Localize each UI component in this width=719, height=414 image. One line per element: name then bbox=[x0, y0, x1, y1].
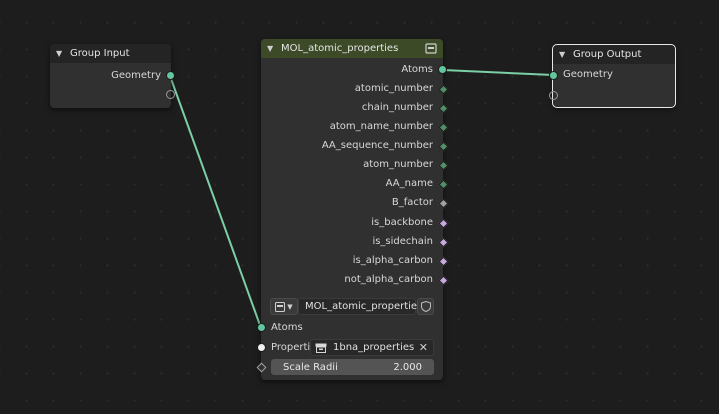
group-output-input-row: Geometry bbox=[553, 65, 675, 84]
scale-radii-slider[interactable]: Scale Radii 2.000 bbox=[271, 359, 434, 375]
group-output-geometry-label: Geometry bbox=[563, 69, 613, 80]
node-tree-dropdown[interactable]: ▼ bbox=[270, 298, 298, 315]
output-row: not_alpha_carbon bbox=[261, 270, 443, 289]
output-label: atomic_number bbox=[354, 83, 433, 94]
node-group-icon bbox=[425, 43, 437, 54]
group-input-empty-socket[interactable] bbox=[166, 90, 175, 99]
output-row: AA_sequence_number bbox=[261, 136, 443, 155]
group-name-field[interactable]: MOL_atomic_properties bbox=[298, 298, 422, 315]
properties-object-value: 1bna_properties bbox=[333, 342, 415, 353]
output-label: is_sidechain bbox=[372, 236, 433, 247]
output-row: atom_name_number bbox=[261, 117, 443, 136]
output-row: is_backbone bbox=[261, 213, 443, 232]
object-data-icon bbox=[315, 343, 327, 353]
group-output-header[interactable]: ▼ Group Output bbox=[553, 45, 675, 64]
output-label: AA_sequence_number bbox=[321, 140, 433, 151]
output-label: AA_name bbox=[385, 178, 433, 189]
mol-node-header[interactable]: ▼ MOL_atomic_properties bbox=[261, 39, 443, 58]
close-icon[interactable]: ✕ bbox=[419, 341, 428, 354]
link-geometry-to-atoms bbox=[169, 75, 262, 329]
atoms-output-socket[interactable] bbox=[438, 65, 447, 74]
chevron-down-icon[interactable]: ▼ bbox=[56, 49, 66, 58]
group-output-geometry-socket[interactable] bbox=[549, 71, 558, 80]
group-input-geometry-label: Geometry bbox=[111, 70, 161, 81]
group-input-node[interactable]: ▼ Group Input Geometry bbox=[50, 44, 175, 108]
scale-radii-label: Scale Radii bbox=[283, 361, 338, 373]
chevron-down-icon[interactable]: ▼ bbox=[267, 44, 277, 53]
properties-object-field[interactable]: 1bna_properties ✕ bbox=[310, 339, 434, 356]
group-input-output-row: Geometry bbox=[50, 66, 171, 85]
output-label: is_backbone bbox=[371, 217, 433, 228]
output-row: Atoms bbox=[261, 60, 443, 79]
output-row: atomic_number bbox=[261, 79, 443, 98]
atoms-input-row: Atoms bbox=[261, 318, 443, 337]
group-input-title: Group Input bbox=[70, 48, 130, 59]
link-atoms-to-output bbox=[442, 69, 554, 76]
output-row: B_factor bbox=[261, 193, 443, 212]
output-label: chain_number bbox=[361, 102, 433, 113]
group-input-header[interactable]: ▼ Group Input bbox=[50, 44, 171, 63]
group-output-title: Group Output bbox=[573, 49, 642, 60]
chevron-down-icon[interactable]: ▼ bbox=[559, 50, 569, 59]
properties-input-socket[interactable] bbox=[257, 343, 266, 352]
scale-radii-value: 2.000 bbox=[393, 361, 422, 373]
output-label: atom_number bbox=[363, 159, 433, 170]
node-tree-icon bbox=[275, 301, 286, 312]
chevron-down-icon: ▼ bbox=[287, 302, 293, 311]
output-row: is_alpha_carbon bbox=[261, 251, 443, 270]
atoms-input-label: Atoms bbox=[271, 322, 303, 333]
mol-node-title: MOL_atomic_properties bbox=[281, 43, 399, 54]
output-row: AA_name bbox=[261, 174, 443, 193]
output-label: atom_name_number bbox=[329, 121, 433, 132]
output-label: Atoms bbox=[401, 64, 433, 75]
mol-atomic-properties-node[interactable]: ▼ MOL_atomic_properties Atoms atomic_num… bbox=[256, 39, 449, 380]
output-row: chain_number bbox=[261, 98, 443, 117]
group-output-empty-socket[interactable] bbox=[549, 91, 558, 100]
group-input-geometry-socket[interactable] bbox=[166, 71, 175, 80]
output-label: is_alpha_carbon bbox=[352, 255, 433, 266]
fake-user-button[interactable] bbox=[417, 298, 434, 315]
group-name-value: MOL_atomic_properties bbox=[305, 301, 423, 312]
output-label: B_factor bbox=[391, 197, 433, 208]
shield-icon bbox=[420, 301, 431, 312]
atoms-input-socket[interactable] bbox=[257, 323, 266, 332]
output-row: is_sidechain bbox=[261, 232, 443, 251]
group-output-node[interactable]: ▼ Group Output Geometry bbox=[549, 44, 676, 108]
output-row: atom_number bbox=[261, 155, 443, 174]
output-label: not_alpha_carbon bbox=[344, 274, 433, 285]
